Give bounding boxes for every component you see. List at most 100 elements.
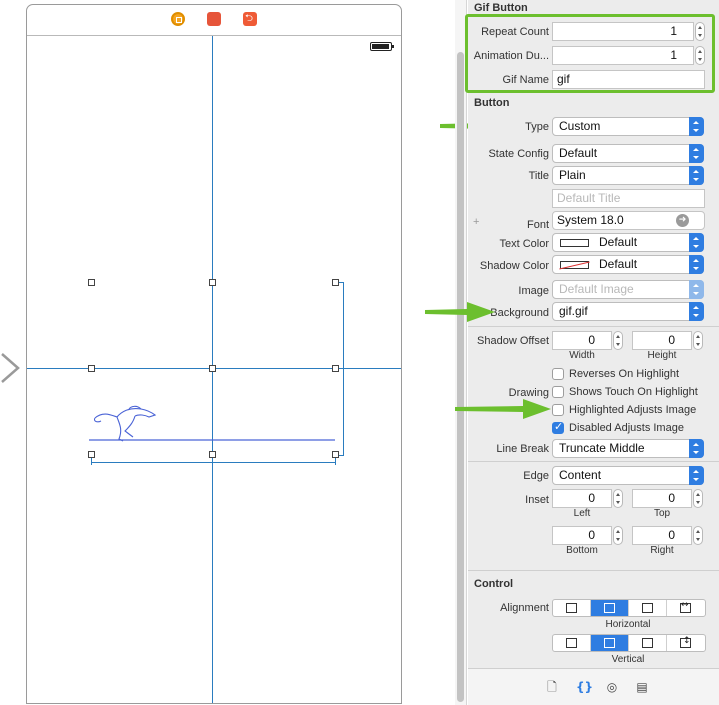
annotation-arrow-background: [425, 302, 495, 322]
repeat-count-label: Repeat Count: [481, 26, 549, 38]
resize-handle-bottom-left[interactable]: [88, 451, 95, 458]
repeat-count-field[interactable]: 1: [552, 22, 694, 41]
view-controller-icon[interactable]: [171, 12, 185, 26]
image-combo[interactable]: Default Image: [552, 280, 704, 299]
width-constraint-cap-right: [335, 457, 336, 465]
text-color-value: Default: [599, 235, 638, 249]
align-center-h-segment[interactable]: [591, 600, 629, 616]
reverses-on-highlight-checkbox[interactable]: [552, 368, 564, 380]
align-bottom-segment[interactable]: [629, 635, 667, 651]
annotation-arrow-highlighted-adjusts: [455, 399, 551, 419]
inset-bottom-stepper[interactable]: [613, 526, 623, 545]
background-label: Background: [490, 307, 549, 319]
title-type-popup[interactable]: Plain: [552, 166, 704, 185]
resize-handle-bottom-center[interactable]: [209, 451, 216, 458]
title-text-field[interactable]: Default Title: [552, 189, 705, 208]
align-center-v-segment[interactable]: [591, 635, 629, 651]
resize-handle-middle-left[interactable]: [88, 365, 95, 372]
text-color-popup[interactable]: Default: [552, 233, 704, 252]
state-config-popup[interactable]: Default: [552, 144, 704, 163]
shadow-offset-width-stepper[interactable]: [613, 331, 623, 350]
text-color-label: Text Color: [499, 238, 549, 250]
identity-inspector-icon[interactable]: ◎: [606, 680, 618, 694]
type-popup[interactable]: Custom: [552, 117, 704, 136]
fill-vertical-icon: [680, 636, 691, 648]
highlighted-adjusts-checkbox[interactable]: [552, 404, 564, 416]
inset-left-field[interactable]: 0: [552, 489, 612, 508]
resize-handle-middle-center[interactable]: [209, 365, 216, 372]
edge-popup[interactable]: Content: [552, 466, 704, 485]
width-constraint-line: [91, 462, 336, 463]
title-type-value: Plain: [559, 168, 586, 182]
inset-right-field[interactable]: 0: [632, 526, 692, 545]
align-left-segment[interactable]: [553, 600, 591, 616]
align-right-segment[interactable]: [629, 600, 667, 616]
horizontal-alignment-control[interactable]: [552, 599, 706, 617]
inset-right-stepper[interactable]: [693, 526, 703, 545]
storyboard-canvas: [0, 0, 518, 705]
animation-duration-stepper[interactable]: [695, 46, 705, 65]
attributes-inspector-icon[interactable]: ▤: [636, 680, 648, 694]
chevron-updown-icon: [689, 466, 704, 485]
animation-duration-field[interactable]: 1: [552, 46, 694, 65]
repeat-count-stepper[interactable]: [695, 22, 705, 41]
line-break-value: Truncate Middle: [559, 441, 645, 455]
chevron-updown-icon: [689, 166, 704, 185]
inspector-scroll-thumb[interactable]: [457, 52, 464, 702]
type-label: Type: [525, 121, 549, 133]
running-figure-gif[interactable]: [89, 403, 339, 443]
button-section-title: Button: [474, 97, 510, 109]
top-sub-label: Top: [653, 508, 671, 519]
alignment-label: Alignment: [500, 602, 549, 614]
disabled-adjusts-checkbox[interactable]: [552, 420, 564, 434]
attributes-inspector: Gif Button Repeat Count 1 Animation Du..…: [468, 0, 719, 705]
quick-help-icon[interactable]: {}: [576, 680, 593, 694]
add-variation-plus-icon[interactable]: +: [473, 216, 479, 228]
shows-touch-checkbox[interactable]: [552, 386, 564, 398]
gif-name-field[interactable]: gif: [552, 70, 705, 89]
align-fill-h-segment[interactable]: [667, 600, 705, 616]
inset-bottom-field[interactable]: 0: [552, 526, 612, 545]
view-controller-scene[interactable]: [26, 4, 402, 704]
file-inspector-icon[interactable]: 🗋: [546, 680, 558, 694]
vertical-alignment-control[interactable]: [552, 634, 706, 652]
inset-top-field[interactable]: 0: [632, 489, 692, 508]
inset-label: Inset: [525, 494, 549, 506]
entry-point-arrow-icon[interactable]: [0, 350, 22, 386]
line-break-popup[interactable]: Truncate Middle: [552, 439, 704, 458]
shadow-offset-height-field[interactable]: 0: [632, 331, 692, 350]
shadow-color-value: Default: [599, 257, 638, 271]
exit-icon[interactable]: [243, 11, 257, 28]
highlighted-adjusts-label: Highlighted Adjusts Image: [569, 404, 697, 416]
align-top-icon: [566, 638, 577, 648]
vertical-sub-label: Vertical: [611, 654, 645, 665]
width-constraint-cap-left: [91, 457, 92, 465]
inset-left-stepper[interactable]: [613, 489, 623, 508]
shadow-offset-width-field[interactable]: 0: [552, 331, 612, 350]
horizontal-sub-label: Horizontal: [605, 619, 651, 630]
fill-horizontal-icon: [680, 600, 691, 613]
shadow-offset-height-stepper[interactable]: [693, 331, 703, 350]
right-sub-label: Right: [650, 545, 674, 556]
chevron-updown-icon: [689, 117, 704, 136]
resize-handle-top-center[interactable]: [209, 279, 216, 286]
first-responder-icon[interactable]: [207, 12, 221, 26]
background-combo[interactable]: gif.gif: [552, 302, 704, 321]
animation-duration-label: Animation Du...: [473, 50, 549, 62]
resize-handle-top-left[interactable]: [88, 279, 95, 286]
resize-handle-middle-right[interactable]: [332, 365, 339, 372]
shadow-color-popup[interactable]: Default: [552, 255, 704, 274]
font-picker-icon[interactable]: ➜: [676, 214, 689, 227]
resize-handle-bottom-right[interactable]: [332, 451, 339, 458]
reverses-on-highlight-label: Reverses On Highlight: [569, 368, 680, 380]
bottom-sub-label: Bottom: [566, 545, 598, 556]
image-placeholder: Default Image: [559, 282, 634, 296]
align-fill-v-segment[interactable]: [667, 635, 705, 651]
resize-handle-top-right[interactable]: [332, 279, 339, 286]
align-top-segment[interactable]: [553, 635, 591, 651]
line-break-label: Line Break: [496, 443, 549, 455]
gif-button-section-title: Gif Button: [474, 2, 528, 14]
height-sub-label: Height: [647, 350, 677, 361]
inset-top-stepper[interactable]: [693, 489, 703, 508]
align-bottom-icon: [642, 638, 653, 648]
